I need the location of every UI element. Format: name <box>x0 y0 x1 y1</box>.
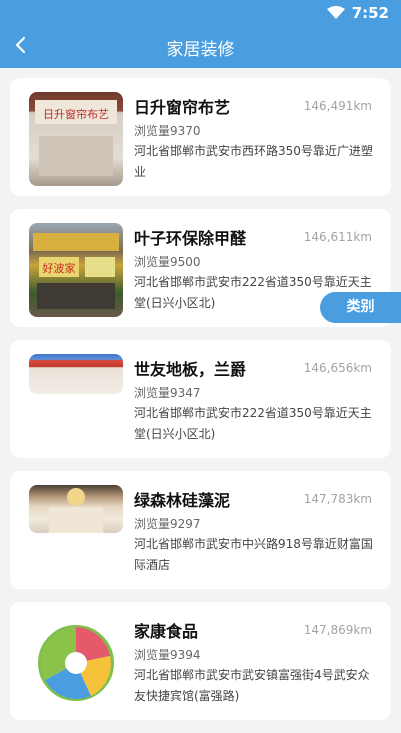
shop-card[interactable]: 世友地板，兰爵 146,656km 浏览量9347 河北省邯郸市武安市222省道… <box>10 340 391 458</box>
shop-name: 叶子环保除甲醛 <box>134 229 247 248</box>
shop-address: 河北省邯郸市武安市武安镇富强街4号武安众友快捷宾馆(富强路) <box>134 668 370 703</box>
status-time: 7:52 <box>351 4 389 22</box>
shop-name: 世友地板，兰爵 <box>134 360 247 379</box>
shop-address: 河北省邯郸市武安市222省道350号靠近天主堂(日兴小区北) <box>134 406 372 441</box>
shop-name: 日升窗帘布艺 <box>134 98 231 117</box>
shop-card[interactable]: 绿森林硅藻泥 147,783km 浏览量9297 河北省邯郸市武安市中兴路918… <box>10 471 391 589</box>
shop-list: 日升窗帘布艺 日升窗帘布艺 146,491km 浏览量9370 河北省邯郸市武安… <box>10 78 391 733</box>
shop-address: 河北省邯郸市武安市中兴路918号靠近财富国际酒店 <box>134 537 373 572</box>
shop-thumbnail <box>29 485 123 533</box>
shop-name: 绿森林硅藻泥 <box>134 491 231 510</box>
shop-distance: 146,656km <box>303 361 372 375</box>
shop-views: 浏览量9500 <box>134 255 201 269</box>
shop-views: 浏览量9370 <box>134 124 201 138</box>
shop-distance: 147,869km <box>303 623 372 637</box>
shop-address: 河北省邯郸市武安市西环路350号靠近广进塑业 <box>134 144 373 179</box>
page-title: 家居装修 <box>166 40 235 60</box>
shop-distance: 146,611km <box>303 230 372 244</box>
shop-card[interactable]: 日升窗帘布艺 日升窗帘布艺 146,491km 浏览量9370 河北省邯郸市武安… <box>10 78 391 196</box>
shop-distance: 147,783km <box>303 492 372 506</box>
shop-thumbnail <box>29 354 123 394</box>
app-header: 7:52 家居装修 <box>0 0 401 68</box>
shop-thumbnail: 日升窗帘布艺 <box>29 92 123 186</box>
shop-thumbnail <box>29 616 123 710</box>
shop-card[interactable]: 家康食品 147,869km 浏览量9394 河北省邯郸市武安市武安镇富强街4号… <box>10 602 391 720</box>
shop-distance: 146,491km <box>303 99 372 113</box>
shop-views: 浏览量9347 <box>134 386 201 400</box>
shop-thumbnail: 好波家 <box>29 223 123 317</box>
shop-views: 浏览量9297 <box>134 517 201 531</box>
wifi-icon <box>327 6 345 19</box>
category-button[interactable]: 类别 <box>320 292 401 323</box>
shop-name: 家康食品 <box>134 622 199 641</box>
shop-views: 浏览量9394 <box>134 648 201 662</box>
thumb-sign-text: 日升窗帘布艺 <box>43 107 109 121</box>
thumb-sign-text: 好波家 <box>43 261 76 275</box>
